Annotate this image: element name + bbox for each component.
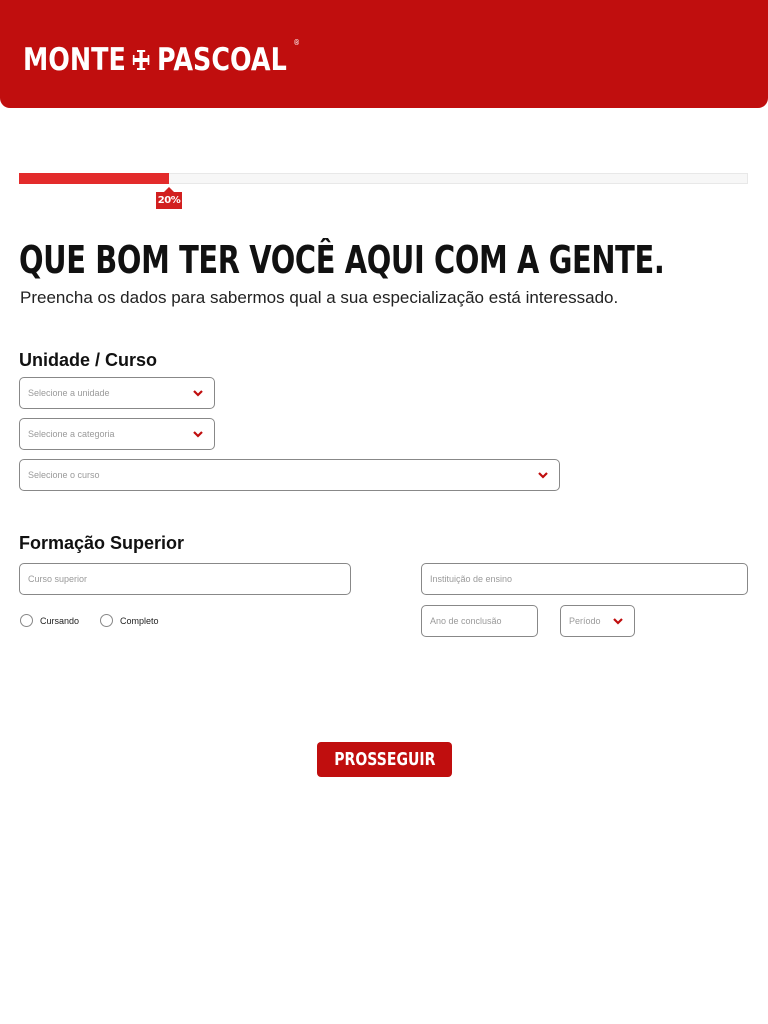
- site-header: MONTE PASCOAL ®: [0, 0, 768, 108]
- progress-percent-badge: 20%: [156, 187, 182, 209]
- radio-circle[interactable]: [20, 614, 33, 627]
- brand-name-right: PASCOAL: [157, 42, 287, 78]
- instituicao-ensino-input[interactable]: Instituição de ensino: [421, 563, 748, 595]
- radio-completo[interactable]: Completo: [100, 614, 159, 627]
- curso-superior-input[interactable]: Curso superior: [19, 563, 351, 595]
- curso-superior-placeholder: Curso superior: [28, 574, 88, 584]
- unidade-select[interactable]: Selecione a unidade: [19, 377, 215, 409]
- chevron-down-icon: [538, 472, 548, 479]
- chevron-down-icon: [613, 618, 623, 625]
- prosseguir-button[interactable]: PROSSEGUIR: [317, 742, 452, 777]
- radio-completo-label: Completo: [120, 615, 159, 626]
- periodo-select[interactable]: Período: [560, 605, 635, 637]
- unidade-select-placeholder: Selecione a unidade: [28, 388, 110, 398]
- instituicao-ensino-placeholder: Instituição de ensino: [430, 574, 513, 584]
- curso-select[interactable]: Selecione o curso: [19, 459, 560, 491]
- categoria-select-placeholder: Selecione a categoria: [28, 429, 115, 439]
- chevron-down-icon: [193, 431, 203, 438]
- chevron-down-icon: [193, 390, 203, 397]
- cross-icon: [133, 50, 150, 70]
- prosseguir-button-label: PROSSEGUIR: [333, 749, 436, 770]
- progress-bar: [19, 173, 748, 184]
- radio-cursando-label: Cursando: [40, 615, 80, 626]
- registered-mark: ®: [293, 37, 300, 47]
- periodo-select-placeholder: Período: [569, 616, 601, 626]
- ano-conclusao-placeholder: Ano de conclusão: [430, 616, 502, 626]
- page-title: QUE BOM TER VOCÊ AQUI COM A GENTE.: [19, 238, 665, 282]
- radio-cursando[interactable]: Cursando: [20, 614, 79, 627]
- section-heading-unidade-curso: Unidade / Curso: [19, 350, 158, 370]
- curso-select-placeholder: Selecione o curso: [28, 470, 100, 480]
- brand-name-left: MONTE: [23, 42, 126, 78]
- ano-conclusao-input[interactable]: Ano de conclusão: [421, 605, 538, 637]
- section-heading-formacao-superior: Formação Superior: [19, 533, 185, 553]
- progress-fill: [19, 173, 169, 184]
- page-subtitle: Preencha os dados para sabermos qual a s…: [20, 288, 619, 307]
- categoria-select[interactable]: Selecione a categoria: [19, 418, 215, 450]
- radio-circle[interactable]: [100, 614, 113, 627]
- brand-logo[interactable]: MONTE PASCOAL ®: [23, 37, 300, 80]
